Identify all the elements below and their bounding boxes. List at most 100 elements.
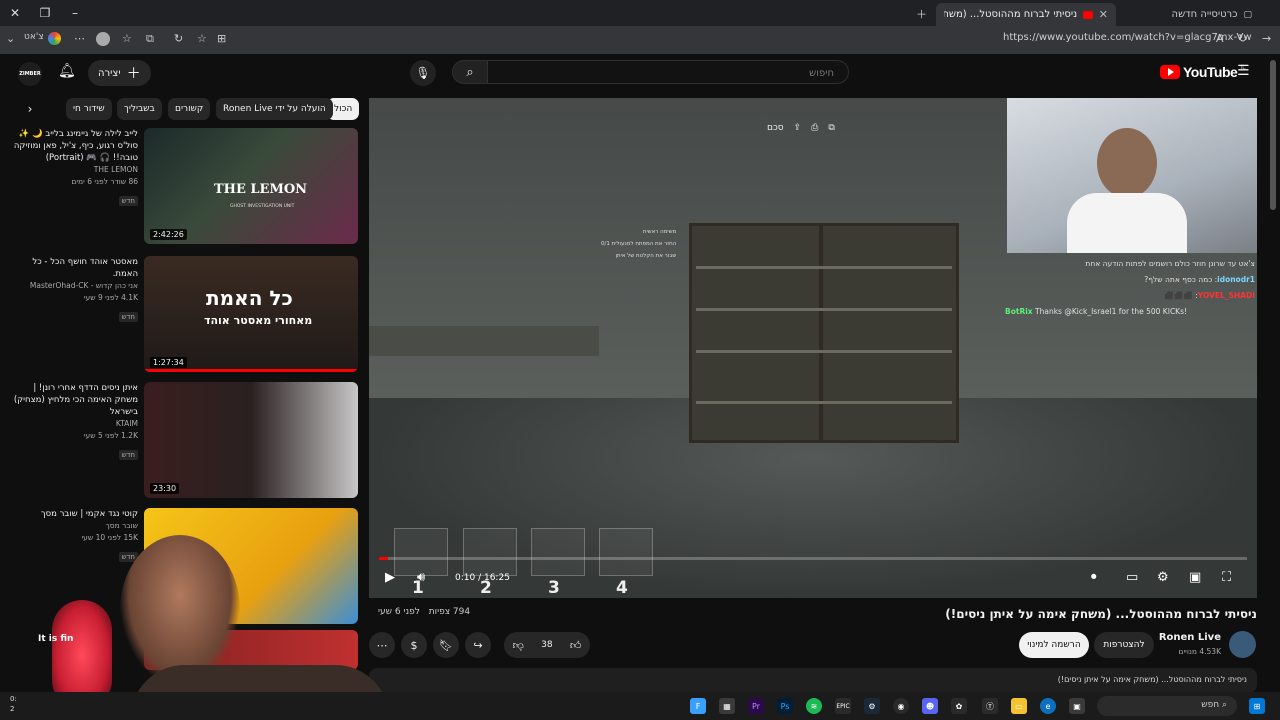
premiere-icon[interactable]: Pr: [748, 698, 764, 714]
youtube-favicon-icon: [1083, 10, 1093, 19]
photoshop-icon[interactable]: Ps: [777, 698, 793, 714]
voice-search-mic-icon[interactable]: 🎙︎: [410, 60, 436, 86]
forward-icon[interactable]: →: [1262, 32, 1271, 45]
description-preview[interactable]: ניסיתי לברוח מההוסטל... (משחק אימה על אי…: [369, 668, 1257, 693]
epic-games-icon[interactable]: EPIC: [835, 698, 851, 714]
new-badge: חדש: [118, 196, 138, 206]
calculator-icon[interactable]: ▦: [719, 698, 735, 714]
share-icon[interactable]: ↪: [465, 632, 491, 658]
taskbar-search[interactable]: ⌕ חפש: [1097, 696, 1237, 716]
video-meta: מאסטר אוהד חושף הכל - כל האמת. אני כהן ק…: [8, 256, 138, 323]
profile-label[interactable]: צ'אט: [24, 32, 44, 42]
share-icon[interactable]: ⇪: [794, 123, 802, 133]
extensions-icon[interactable]: ⧉: [146, 32, 154, 46]
channel-name[interactable]: אני כהן קדוש - MasterOhad-CK: [8, 280, 138, 292]
search-input[interactable]: [488, 62, 848, 85]
window-minimize-icon[interactable]: –: [60, 0, 90, 26]
chip-related[interactable]: קשורים: [168, 98, 211, 120]
discord-icon[interactable]: ☻: [922, 698, 938, 714]
settings-gear-icon[interactable]: ⚙: [1157, 570, 1169, 585]
play-icon[interactable]: ▶: [385, 570, 395, 585]
video-thumbnail[interactable]: THE LEMON GHOST INVESTIGATION UNIT: [144, 128, 358, 244]
miniplayer-icon[interactable]: ▣: [1189, 570, 1201, 585]
read-aloud-icon[interactable]: A: [1216, 32, 1224, 45]
search-button[interactable]: ⌕: [452, 60, 488, 84]
chip-uploaded-by[interactable]: הועלה על ידי Ronen Live: [216, 98, 333, 120]
tab-close-icon[interactable]: ✕: [1099, 8, 1108, 21]
game-table: [369, 326, 599, 356]
more-actions-icon[interactable]: ⋯: [369, 632, 395, 658]
page-scrollbar[interactable]: [1270, 60, 1276, 210]
like-count: 38: [541, 640, 553, 650]
refresh-icon[interactable]: ↻: [174, 32, 183, 45]
file-explorer-icon[interactable]: ▭: [1011, 698, 1027, 714]
steam-icon[interactable]: ⚙: [864, 698, 880, 714]
video-title[interactable]: מאסטר אוהד חושף הכל - כל האמת.: [8, 256, 138, 280]
copilot-icon[interactable]: [48, 32, 61, 45]
progress-bar[interactable]: [379, 557, 1247, 560]
video-thumbnail[interactable]: [144, 508, 358, 624]
recommended-video[interactable]: THE LEMON GHOST INVESTIGATION UNIT 2:42:…: [10, 128, 360, 246]
window-restore-icon[interactable]: ❐: [30, 0, 60, 26]
chips-prev-chevron-icon[interactable]: ‹: [20, 98, 40, 120]
subtitles-icon[interactable]: ▭: [1126, 570, 1138, 585]
dislike-icon[interactable]: 👎︎: [513, 639, 524, 652]
favorites-icon[interactable]: ☆: [122, 32, 132, 45]
recommended-video[interactable]: קוטי נגד אקמי | שובר מסך שובר מסך 15K לפ…: [10, 508, 360, 626]
thanks-icon[interactable]: $: [401, 632, 427, 658]
spotify-icon[interactable]: ≋: [806, 698, 822, 714]
search-icon: ⌕: [1219, 700, 1227, 710]
new-tab-icon[interactable]: ＋: [916, 6, 927, 22]
profile-avatar-icon[interactable]: [96, 32, 110, 46]
recommended-video[interactable]: כל האמת מאחורי מאסטר אוהד 1:27:34 מאסטר …: [10, 256, 360, 374]
capcut-icon[interactable]: Ⓣ: [982, 698, 998, 714]
video-title[interactable]: איתן ניסים הדדף אחרי רונן! | משחק האימה …: [8, 382, 138, 418]
fullscreen-icon[interactable]: ⛶: [1222, 570, 1231, 585]
browser-tab-bar: ✕ ❐ – ＋ ✕ ניסיתי לברוח מההוסטל... (משחק …: [0, 0, 1280, 26]
notifications-bell-icon[interactable]: 🔔︎: [58, 63, 76, 79]
channel-name[interactable]: שובר מסך: [8, 520, 138, 532]
video-title[interactable]: לייב לילה של גיימינג בלייב 🌙 ✨ סול'ס רגו…: [8, 128, 138, 164]
autoplay-toggle-icon[interactable]: ⏺: [1091, 570, 1097, 584]
channel-avatar[interactable]: [1229, 631, 1256, 658]
chip-live[interactable]: שידור חי: [66, 98, 112, 120]
split-screen-icon[interactable]: ⊞: [217, 32, 226, 45]
youtube-logo[interactable]: YouTube IL: [1160, 64, 1245, 80]
menu-hamburger-icon[interactable]: ☰: [1237, 63, 1250, 79]
video-thumbnail[interactable]: [144, 382, 358, 498]
volume-icon[interactable]: 🔊︎: [417, 570, 425, 585]
pip-icon[interactable]: ⧉: [828, 123, 834, 133]
video-thumbnail[interactable]: כל האמת מאחורי מאסטר אוהד: [144, 256, 358, 372]
add-favorite-icon[interactable]: ☆: [197, 32, 207, 45]
more-icon[interactable]: ⋯: [74, 32, 85, 45]
obs-icon[interactable]: ◉: [893, 698, 909, 714]
recommended-video[interactable]: 23:30 איתן ניסים הדדף אחרי רונן! | משחק …: [10, 382, 360, 500]
edge-browser-icon[interactable]: e: [1040, 698, 1056, 714]
like-icon[interactable]: 👍︎: [570, 639, 582, 652]
subscribe-button[interactable]: הרשמה למינוי: [1019, 632, 1089, 658]
tab-actions-icon[interactable]: ⌄: [6, 32, 15, 45]
video-thumbnail[interactable]: [144, 630, 358, 670]
video-title[interactable]: קוטי נגד אקמי | שובר מסך: [8, 508, 138, 520]
channel-name[interactable]: KTAIM: [8, 418, 138, 430]
app-icon[interactable]: ✿: [951, 698, 967, 714]
screenshot-icon[interactable]: ⎙: [811, 123, 818, 133]
account-avatar[interactable]: ZIMBER: [18, 62, 42, 86]
create-button[interactable]: ＋ יצירה: [88, 60, 151, 86]
save-icon[interactable]: 🔖︎: [433, 632, 459, 658]
url-text[interactable]: https://www.youtube.com/watch?v=glacg7mx…: [1003, 32, 1252, 43]
windows-taskbar: 0: 2 F ▦ Pr Ps ≋ EPIC ⚙ ◉ ☻ ✿ Ⓣ ▭ e ▣ ⌕ …: [0, 692, 1280, 720]
window-close-icon[interactable]: ✕: [0, 0, 30, 26]
taskbar-app-icon[interactable]: F: [690, 698, 706, 714]
windows-start-icon[interactable]: ⊞: [1249, 698, 1265, 714]
task-view-icon[interactable]: ▣: [1069, 698, 1085, 714]
video-player[interactable]: משימה ראשית החזר את המפתח למנעולית 0/1 ש…: [369, 98, 1257, 598]
browser-tab-active[interactable]: ✕ ניסיתי לברוח מההוסטל... (משחק א: [936, 3, 1116, 26]
tab-title: ניסיתי לברוח מההוסטל... (משחק א: [944, 9, 1078, 20]
channel-name[interactable]: THE LEMON: [8, 164, 138, 176]
join-button[interactable]: להצטרפות: [1094, 632, 1154, 658]
reload-icon[interactable]: ↻: [1238, 32, 1247, 45]
summarize-button[interactable]: סכם: [767, 123, 784, 133]
browser-tab-newtab[interactable]: ▢ כרטיסייה חדשה: [1120, 3, 1260, 26]
chip-for-you[interactable]: בשביליך: [117, 98, 162, 120]
